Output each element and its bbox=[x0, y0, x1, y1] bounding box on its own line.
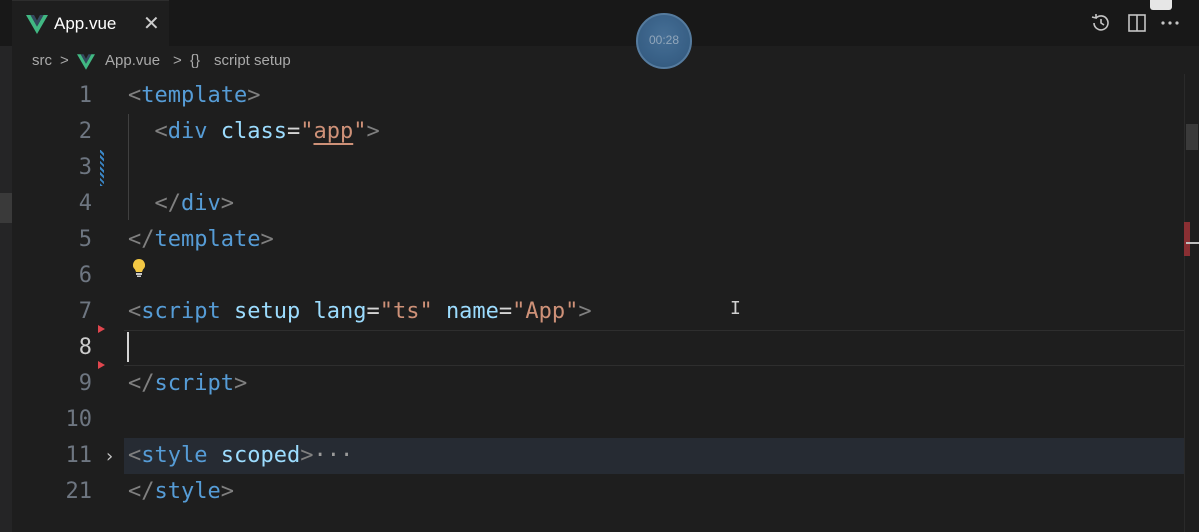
line-number: 1 bbox=[78, 83, 92, 108]
code-token: = bbox=[498, 299, 513, 324]
code-token: script bbox=[141, 299, 221, 324]
vue-logo-icon bbox=[77, 54, 95, 74]
line-number: 11 bbox=[65, 443, 93, 468]
line-number: 7 bbox=[78, 299, 92, 324]
line-number: 3 bbox=[78, 155, 92, 180]
code-token: lang bbox=[313, 299, 367, 324]
code-token: class bbox=[220, 119, 287, 144]
breadcrumb-separator: > bbox=[173, 52, 182, 69]
code-token: > bbox=[366, 119, 380, 144]
code-token: name bbox=[445, 299, 499, 324]
code-token: style bbox=[154, 479, 221, 504]
line-number: 5 bbox=[78, 227, 92, 252]
braces-icon: {} bbox=[190, 52, 201, 69]
tab-label: App.vue bbox=[54, 14, 117, 33]
code-token: = bbox=[366, 299, 380, 324]
code-line[interactable]: <style scoped>··· bbox=[128, 438, 353, 474]
code-line[interactable]: </div> bbox=[128, 186, 235, 222]
code-token: div bbox=[181, 191, 221, 216]
scrollbar-thumb[interactable] bbox=[1186, 124, 1198, 150]
code-token: script bbox=[154, 371, 234, 396]
scrollbar-error-marker bbox=[1184, 222, 1190, 256]
code-line[interactable]: <script setup lang="ts" name="App"> bbox=[128, 294, 592, 330]
code-token: </ bbox=[128, 479, 155, 504]
line-number: 8 bbox=[78, 335, 92, 360]
split-editor-icon[interactable] bbox=[1127, 13, 1147, 38]
code-token: scoped bbox=[220, 443, 301, 468]
breadcrumb-separator: > bbox=[60, 52, 69, 69]
code-token: </ bbox=[154, 191, 182, 216]
code-line[interactable]: <div class="app"> bbox=[128, 114, 380, 150]
text-cursor bbox=[127, 332, 129, 362]
breadcrumb-folder[interactable]: src bbox=[32, 52, 52, 69]
code-token: " bbox=[300, 119, 314, 144]
folded-region-ellipsis[interactable]: ··· bbox=[313, 443, 353, 468]
code-token: "ts" bbox=[379, 299, 433, 324]
code-token: "App" bbox=[512, 299, 579, 324]
code-token: = bbox=[286, 119, 301, 144]
code-token: > bbox=[220, 479, 234, 504]
code-token: setup bbox=[233, 299, 301, 324]
scrollbar-cursor-marker bbox=[1186, 242, 1199, 244]
code-token: < bbox=[128, 443, 142, 468]
code-token: app bbox=[313, 119, 354, 144]
line-number: 6 bbox=[78, 263, 92, 288]
close-icon[interactable]: ✕ bbox=[143, 11, 160, 36]
code-token: > bbox=[247, 83, 261, 108]
vue-logo-icon bbox=[26, 15, 48, 39]
code-token: > bbox=[220, 191, 234, 216]
code-token: < bbox=[154, 119, 168, 144]
mouse-ibeam-cursor: I bbox=[730, 298, 741, 319]
tab-app-vue[interactable]: App.vue ✕ bbox=[12, 0, 169, 47]
fold-chevron-icon[interactable]: › bbox=[106, 446, 113, 467]
line-number: 9 bbox=[78, 371, 92, 396]
breadcrumb-file[interactable]: App.vue bbox=[105, 52, 160, 69]
code-token: " bbox=[353, 119, 367, 144]
history-icon[interactable] bbox=[1090, 12, 1112, 39]
code-token: > bbox=[233, 371, 248, 396]
code-token: template bbox=[154, 227, 261, 252]
code-token: < bbox=[128, 83, 142, 108]
code-token: > bbox=[260, 227, 274, 252]
code-line[interactable]: </template> bbox=[128, 222, 274, 258]
deleted-line-marker bbox=[98, 361, 105, 369]
modified-line-gutter-marker bbox=[100, 150, 104, 186]
code-line[interactable]: </style> bbox=[128, 474, 234, 510]
more-actions-icon[interactable] bbox=[1160, 14, 1180, 35]
breadcrumb-symbol[interactable]: script setup bbox=[214, 52, 291, 69]
code-line[interactable]: </script> bbox=[128, 366, 247, 402]
current-line-highlight bbox=[124, 330, 1184, 366]
line-number: 4 bbox=[78, 191, 92, 216]
code-token: style bbox=[141, 443, 208, 468]
code-token: div bbox=[167, 119, 208, 144]
code-token: > bbox=[578, 299, 592, 324]
recording-timer: 00:28 bbox=[636, 13, 692, 69]
lightbulb-icon[interactable] bbox=[131, 258, 147, 283]
notification-badge bbox=[1150, 0, 1172, 10]
code-token: < bbox=[128, 299, 142, 324]
line-number: 10 bbox=[65, 407, 93, 432]
code-token: </ bbox=[128, 227, 155, 252]
timer-label: 00:28 bbox=[648, 33, 680, 47]
code-line[interactable]: <template> bbox=[128, 78, 260, 114]
line-number: 21 bbox=[65, 479, 93, 504]
line-number: 2 bbox=[78, 119, 92, 144]
deleted-line-marker bbox=[98, 325, 105, 333]
code-token: > bbox=[300, 443, 314, 468]
code-token: </ bbox=[128, 371, 155, 396]
tab-bar: App.vue ✕ 00:28 bbox=[0, 0, 1199, 69]
code-token: template bbox=[141, 83, 248, 108]
